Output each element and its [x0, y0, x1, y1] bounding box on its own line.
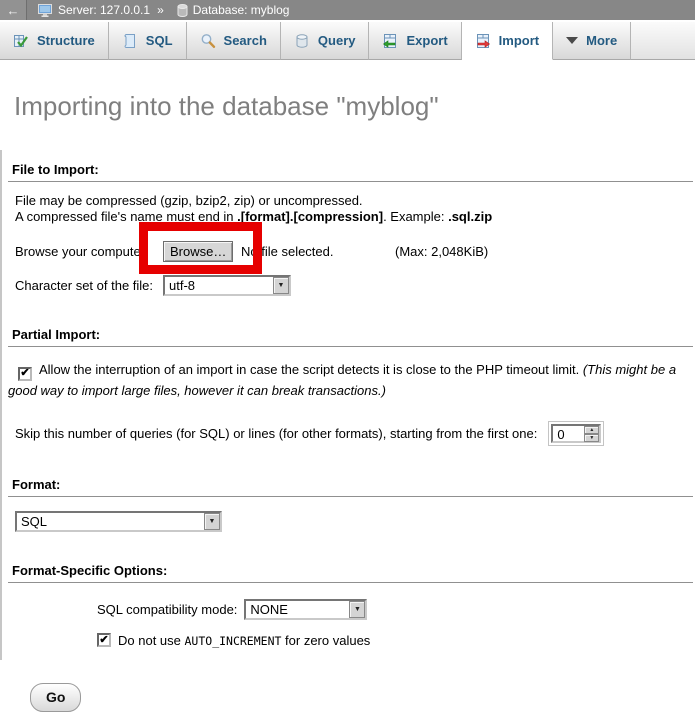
breadcrumb-separator: »	[157, 3, 164, 17]
sql-compatibility-label: SQL compatibility mode:	[97, 602, 237, 617]
sql-compatibility-value: NONE	[246, 601, 349, 618]
skip-queries-row: Skip this number of queries (for SQL) or…	[15, 422, 693, 446]
import-icon	[475, 33, 491, 49]
no-file-status: No file selected.	[241, 244, 334, 259]
allow-interruption-row: ✔ Allow the interruption of an import in …	[8, 360, 691, 400]
tab-more[interactable]: More	[553, 22, 631, 60]
charset-row: Character set of the file: utf-8 ▼	[15, 274, 693, 296]
compression-note: File may be compressed (gzip, bzip2, zip…	[15, 193, 693, 225]
section-rule	[8, 181, 693, 182]
compat-dropdown-arrow-icon[interactable]: ▼	[349, 601, 365, 618]
section-rule	[8, 346, 693, 347]
skip-queries-label: Skip this number of queries (for SQL) or…	[15, 426, 537, 441]
compression-line2-mid: . Example:	[383, 209, 448, 224]
frame-divider	[0, 150, 2, 660]
tab-label: Import	[499, 33, 539, 48]
section-heading-format-options: Format-Specific Options:	[12, 563, 693, 578]
max-upload-size: (Max: 2,048KiB)	[395, 244, 488, 259]
allow-interruption-text: Allow the interruption of an import in c…	[39, 362, 583, 377]
query-icon	[294, 33, 310, 49]
skip-queries-stepper[interactable]: 0 ▲ ▼	[551, 424, 601, 443]
auto-increment-row: ✔ Do not use AUTO_INCREMENT for zero val…	[97, 633, 693, 648]
tab-sql[interactable]: SQL	[109, 22, 187, 60]
structure-icon	[13, 33, 29, 49]
main-content: Importing into the database "myblog" Fil…	[0, 92, 695, 712]
tab-label: SQL	[146, 33, 173, 48]
chevron-down-icon	[566, 37, 578, 44]
tab-label: Structure	[37, 33, 95, 48]
tab-import[interactable]: Import	[462, 22, 553, 60]
tab-structure[interactable]: Structure	[0, 22, 109, 60]
compression-line1: File may be compressed (gzip, bzip2, zip…	[15, 193, 363, 208]
tab-label: Export	[406, 33, 447, 48]
compression-example: .sql.zip	[448, 209, 492, 224]
browse-row: Browse your computer: Browse… No file se…	[15, 240, 693, 262]
go-button[interactable]: Go	[30, 683, 81, 712]
browse-button[interactable]: Browse…	[163, 241, 233, 262]
allow-interruption-checkbox[interactable]: ✔	[18, 367, 32, 381]
section-heading-file-to-import: File to Import:	[12, 162, 693, 177]
tab-export[interactable]: Export	[369, 22, 461, 60]
export-icon	[382, 33, 398, 49]
tabbar-filler	[631, 22, 695, 60]
section-rule	[8, 496, 693, 497]
auto-increment-code: AUTO_INCREMENT	[185, 634, 282, 648]
sql-icon	[122, 33, 138, 49]
charset-select[interactable]: utf-8 ▼	[163, 275, 291, 296]
back-arrow-icon: ←	[7, 3, 20, 18]
section-heading-format: Format:	[12, 477, 693, 492]
breadcrumb-bar: ← Server: 127.0.0.1 » Database: myblog	[0, 0, 695, 20]
tab-bar: Structure SQL Search Query	[0, 22, 695, 60]
charset-selected-value: utf-8	[165, 277, 273, 294]
sql-compatibility-row: SQL compatibility mode: NONE ▼	[97, 598, 693, 622]
format-dropdown-arrow-icon[interactable]: ▼	[204, 513, 220, 530]
tab-search[interactable]: Search	[187, 22, 281, 60]
format-select[interactable]: SQL ▼	[15, 511, 222, 532]
browse-label: Browse your computer:	[15, 244, 163, 259]
skip-queries-value[interactable]: 0	[553, 426, 584, 441]
search-icon	[200, 33, 216, 49]
charset-dropdown-arrow-icon[interactable]: ▼	[273, 277, 289, 294]
page-title: Importing into the database "myblog"	[14, 92, 693, 120]
breadcrumb-server[interactable]: Server: 127.0.0.1	[58, 3, 150, 17]
compression-format-pattern: .[format].[compression]	[237, 209, 383, 224]
format-selected-value: SQL	[17, 513, 204, 530]
auto-increment-text: Do not use AUTO_INCREMENT for zero value…	[118, 633, 370, 648]
server-icon	[38, 4, 53, 17]
section-rule	[8, 582, 693, 583]
database-icon	[177, 4, 188, 17]
section-heading-partial-import: Partial Import:	[12, 327, 693, 342]
sql-compatibility-select[interactable]: NONE ▼	[244, 599, 367, 620]
tab-query[interactable]: Query	[281, 22, 370, 60]
breadcrumb-database[interactable]: Database: myblog	[193, 3, 290, 17]
stepper-down-icon[interactable]: ▼	[584, 434, 599, 442]
charset-label: Character set of the file:	[15, 278, 163, 293]
compression-line2-prefix: A compressed file's name must end in	[15, 209, 237, 224]
tab-label: More	[586, 33, 617, 48]
stepper-buttons: ▲ ▼	[584, 426, 599, 441]
skip-queries-input-frame: 0 ▲ ▼	[548, 421, 604, 446]
back-button[interactable]: ←	[0, 0, 27, 20]
tab-label: Query	[318, 33, 356, 48]
tab-label: Search	[224, 33, 267, 48]
auto-increment-checkbox[interactable]: ✔	[97, 633, 111, 647]
stepper-up-icon[interactable]: ▲	[584, 426, 599, 434]
